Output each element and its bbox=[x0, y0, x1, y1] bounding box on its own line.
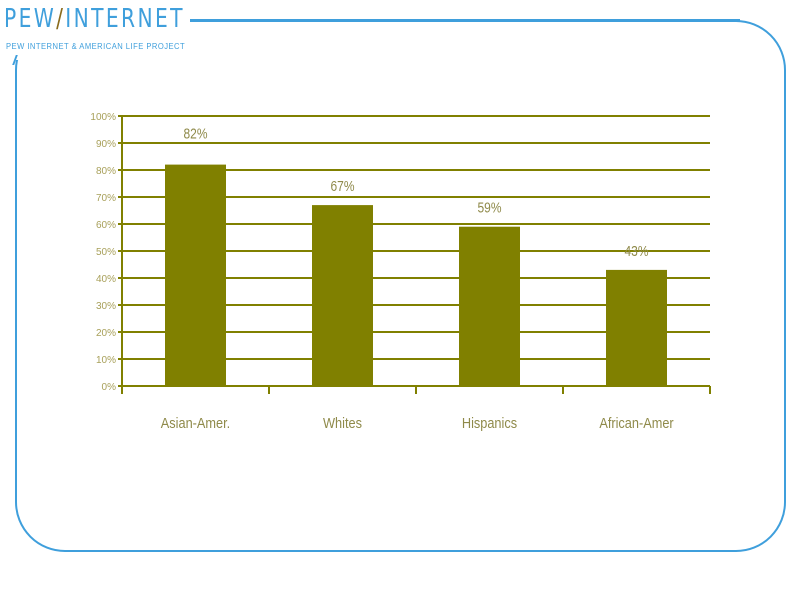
bar bbox=[165, 164, 226, 386]
value-label: 82% bbox=[183, 125, 207, 142]
y-tick-label: 90% bbox=[96, 139, 116, 150]
category-label: Whites bbox=[323, 414, 362, 431]
y-tick-label: 40% bbox=[96, 274, 116, 285]
y-axis-ticks: 0% 10% 20% 30% 40% 50% 60% 70% 80% 90% 100% bbox=[90, 112, 116, 393]
y-tick-label: 20% bbox=[96, 328, 116, 339]
category-label: African-Amer bbox=[599, 414, 674, 431]
y-tick-label: 70% bbox=[96, 193, 116, 204]
bar bbox=[312, 205, 373, 386]
y-tick-label: 60% bbox=[96, 220, 116, 231]
value-label: 67% bbox=[330, 178, 354, 195]
bar-chart: 0% 10% 20% 30% 40% 50% 60% 70% 80% 90% 100% 82% 67%… bbox=[90, 112, 711, 431]
y-tick-label: 100% bbox=[90, 112, 116, 123]
y-tick-label: 30% bbox=[96, 301, 116, 312]
value-label: 43% bbox=[624, 243, 648, 260]
category-label: Hispanics bbox=[462, 414, 517, 431]
y-tick-label: 0% bbox=[102, 382, 117, 393]
bar bbox=[459, 226, 520, 386]
y-tick-label: 80% bbox=[96, 166, 116, 177]
value-labels: 82% 67% 59% 43% bbox=[183, 125, 648, 259]
y-tick-label: 10% bbox=[96, 355, 116, 366]
category-labels: Asian-Amer. Whites Hispanics African-Amer bbox=[161, 414, 674, 431]
category-label: Asian-Amer. bbox=[161, 414, 230, 431]
value-label: 59% bbox=[477, 199, 501, 216]
bar bbox=[606, 269, 667, 386]
y-tick-label: 50% bbox=[96, 247, 116, 258]
